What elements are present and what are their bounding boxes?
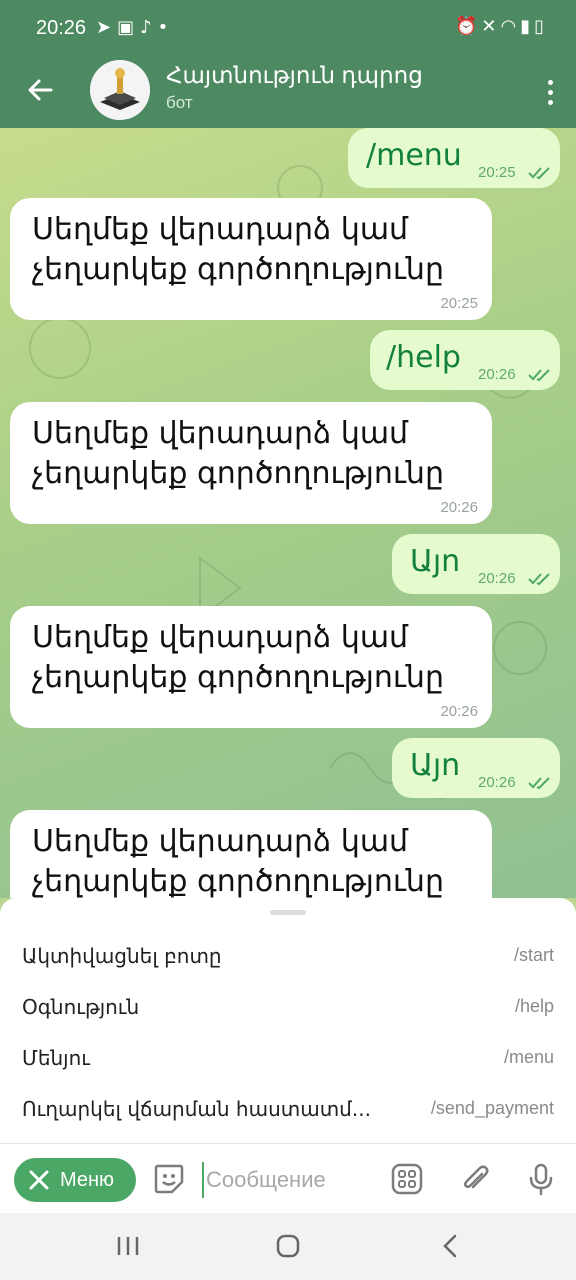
status-bar: 20:26 ➤▣♪• ⏰✕◠▮▯ [0, 0, 576, 56]
message-out[interactable]: /help 20:26 [370, 330, 560, 390]
double-check-icon [528, 167, 550, 180]
mute-icon: ✕ [481, 16, 501, 37]
bot-commands-panel: Ակտիվացնել բոտը /start Օգնություն /help … [0, 898, 576, 1143]
close-icon [29, 1170, 49, 1190]
sticker-icon [154, 1164, 184, 1194]
attach-button[interactable] [456, 1160, 494, 1198]
message-text: Սեղմեք վերադարձ կամ չեղարկեք գործողությո… [32, 824, 444, 898]
message-time: 20:26 [478, 570, 516, 587]
nav-back-button[interactable] [430, 1231, 470, 1261]
command-label: Ակտիվացնել բոտը [22, 944, 222, 968]
more-options-button[interactable] [542, 72, 558, 112]
back-button[interactable] [20, 70, 60, 110]
command-item[interactable]: Ակտիվացնել բոտը /start [0, 930, 576, 980]
message-time: 20:26 [478, 774, 516, 791]
paperclip-icon [463, 1165, 489, 1189]
message-text: Այո [410, 544, 461, 579]
message-time: 20:26 [440, 499, 478, 516]
microphone-icon [529, 1163, 553, 1196]
double-check-icon [528, 369, 550, 382]
keyboard-grid-icon [391, 1163, 423, 1195]
voice-message-button[interactable] [522, 1160, 560, 1198]
command-label: Ուղարկել վճարման հաստատմ... [22, 1097, 371, 1121]
message-out[interactable]: Այո 20:26 [392, 738, 560, 798]
message-text: Սեղմեք վերադարձ կամ չեղարկեք գործողությո… [32, 620, 444, 695]
message-in[interactable]: Սեղմեք վերադարձ կամ չեղարկեք գործողությո… [10, 198, 492, 320]
command-code: /send_payment [430, 1098, 554, 1118]
message-in[interactable]: Սեղմեք վերադարձ կամ չեղարկեք գործողությո… [10, 606, 492, 728]
recent-apps-icon [117, 1237, 139, 1255]
chat-title[interactable]: Հայտնություն դպրոց [166, 62, 423, 89]
message-input[interactable] [202, 1162, 382, 1198]
alarm-icon: ⏰ [454, 16, 482, 37]
message-time: 20:26 [440, 703, 478, 720]
arrow-left-icon [28, 79, 53, 101]
telegram-icon: ➤ [96, 17, 118, 38]
chat-header: Հայտնություն դպրոց бот [0, 56, 576, 128]
more-vertical-icon [547, 79, 553, 85]
message-in[interactable]: Սեղմեք վերադարձ կամ չեղարկեք գործողությո… [10, 810, 492, 898]
drag-handle[interactable] [270, 910, 306, 915]
notification-icon: ♪ [140, 17, 158, 38]
message-out[interactable]: Այո 20:26 [392, 534, 560, 594]
image-icon: ▣ [117, 17, 141, 38]
home-icon [276, 1234, 300, 1258]
message-text: Սեղմեք վերադարձ կամ չեղարկեք գործողությո… [32, 416, 444, 491]
message-out[interactable]: /menu 20:25 [348, 128, 560, 188]
bot-menu-button[interactable]: Меню [14, 1158, 136, 1202]
chat-area[interactable]: /menu 20:25 Սեղմեք վերադարձ կամ չեղարկեք… [0, 128, 576, 898]
command-label: Օգնություն [22, 995, 140, 1019]
wifi-icon: ◠ [500, 16, 521, 37]
message-time: 20:26 [478, 366, 516, 383]
sticker-button[interactable] [150, 1160, 188, 1198]
battery-icon: ▯ [534, 16, 548, 37]
home-button[interactable] [268, 1231, 308, 1261]
command-label: Մենյու [22, 1046, 90, 1070]
message-text: Այո [410, 748, 461, 783]
message-time: 20:25 [478, 164, 516, 181]
command-code: /start [513, 945, 554, 965]
bot-menu-label: Меню [60, 1168, 115, 1191]
message-time: 20:25 [440, 295, 478, 312]
message-text: Սեղմեք վերադարձ կամ չեղարկեք գործողությո… [32, 212, 444, 287]
command-item[interactable]: Մենյու /menu [0, 1032, 576, 1082]
status-left-icons: ➤▣♪• [96, 17, 174, 38]
recent-apps-button[interactable] [108, 1231, 148, 1261]
chevron-left-icon [443, 1234, 457, 1258]
command-item[interactable]: Օգնություն /help [0, 981, 576, 1031]
double-check-icon [528, 573, 550, 586]
message-in[interactable]: Սեղմեք վերադարձ կամ չեղարկեք գործողությո… [10, 402, 492, 524]
status-right-icons: ⏰✕◠▮▯ [455, 16, 548, 37]
command-code: /help [514, 996, 554, 1016]
status-time: 20:26 [36, 17, 87, 39]
bot-keyboard-button[interactable] [388, 1160, 426, 1198]
avatar[interactable] [90, 60, 150, 120]
message-text: /help [386, 340, 461, 375]
command-item[interactable]: Ուղարկել վճարման հաստատմ... /send_paymen… [0, 1083, 576, 1133]
signal-icon: ▮ [520, 16, 535, 37]
message-text: /menu [366, 138, 462, 173]
double-check-icon [528, 777, 550, 790]
command-code: /menu [503, 1047, 554, 1067]
chat-subtitle: бот [166, 93, 193, 112]
dot-icon: • [157, 17, 175, 38]
message-input-bar: Меню [0, 1143, 576, 1213]
school-logo-icon [90, 60, 150, 120]
system-nav-bar [0, 1213, 576, 1280]
